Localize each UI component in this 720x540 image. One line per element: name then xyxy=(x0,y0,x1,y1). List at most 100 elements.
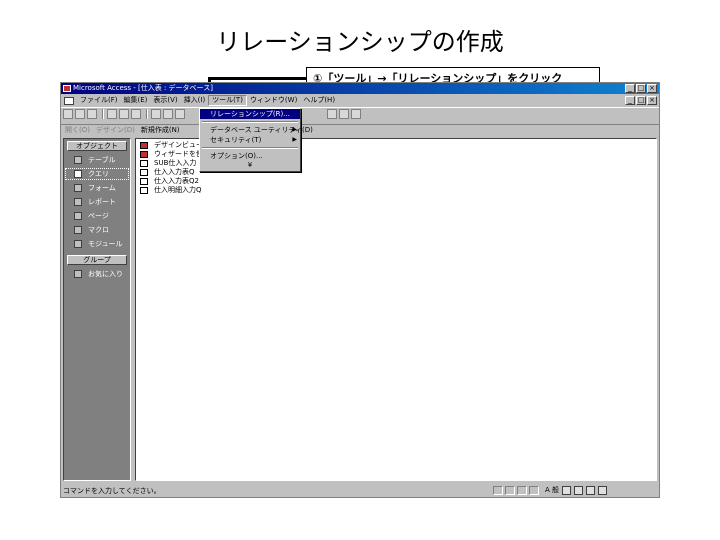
module-icon xyxy=(74,240,82,248)
tools-menu-dropdown: リレーションシップ(R)... データベース ユーティリティ(D) ▶ セキュリ… xyxy=(199,108,313,172)
list-item[interactable]: 仕入入力表Q2 xyxy=(136,177,656,186)
menu-item-relationships[interactable]: リレーションシップ(R)... xyxy=(200,109,300,119)
window-title: Microsoft Access - [仕入表 : データベース] xyxy=(73,84,213,92)
list-item-label: SUB仕入入力 xyxy=(154,159,197,167)
sidebar-item-label: マクロ xyxy=(88,226,109,234)
design-view-icon xyxy=(140,142,148,149)
ime-mode[interactable]: A 般 xyxy=(545,485,559,495)
ime-settings-icon[interactable] xyxy=(586,485,596,495)
menu-expand-chevron[interactable]: ¥ xyxy=(200,161,300,170)
query-icon xyxy=(74,170,82,178)
cut-icon[interactable] xyxy=(151,109,161,119)
open-button[interactable]: 開く(O) xyxy=(65,125,90,135)
sidebar-item-pages[interactable]: ページ xyxy=(64,209,130,223)
page-icon xyxy=(74,212,82,220)
sidebar-item-macros[interactable]: マクロ xyxy=(64,223,130,237)
menu-insert[interactable]: 挿入(I) xyxy=(181,95,209,106)
menu-help[interactable]: ヘルプ(H) xyxy=(300,95,338,106)
menu-file[interactable]: ファイル(F) xyxy=(77,95,121,106)
object-list: デザインビュー ウィザードを使 SUB仕入入力 仕入入力表Q 仕入入力表Q2 仕… xyxy=(135,138,657,481)
access-window: Microsoft Access - [仕入表 : データベース] _ □ × … xyxy=(60,82,660,498)
standard-toolbar xyxy=(61,107,659,120)
slide-title: リレーションシップの作成 xyxy=(216,28,504,56)
status-cell xyxy=(517,486,527,495)
design-button[interactable]: デザイン(D) xyxy=(96,125,135,135)
groups-header[interactable]: グループ xyxy=(67,255,127,265)
maximize-button[interactable]: □ xyxy=(636,84,646,93)
menu-divider xyxy=(202,121,298,123)
ime-toolbar: A 般 xyxy=(545,485,608,495)
menu-divider xyxy=(202,147,298,149)
query-icon xyxy=(140,187,148,194)
database-doc-icon[interactable] xyxy=(64,96,74,105)
menu-view[interactable]: 表示(V) xyxy=(150,95,180,106)
relationships-icon[interactable] xyxy=(327,109,337,119)
menu-tools[interactable]: ツール(T) xyxy=(208,95,247,106)
ime-dictionary-icon[interactable] xyxy=(562,485,572,495)
sidebar-item-label: モジュール xyxy=(88,240,123,248)
toolbar-separator xyxy=(102,109,104,119)
ime-help-icon[interactable] xyxy=(598,485,608,495)
sidebar-item-tables[interactable]: テーブル xyxy=(64,153,130,167)
menu-item-label: データベース ユーティリティ(D) xyxy=(210,126,313,134)
menu-item-options[interactable]: オプション(O)... xyxy=(200,151,300,161)
menu-window[interactable]: ウィンドウ(W) xyxy=(247,95,300,106)
list-item-label: ウィザードを使 xyxy=(154,150,203,158)
status-indicators xyxy=(493,486,539,495)
sidebar-item-modules[interactable]: モジュール xyxy=(64,237,130,251)
macro-icon xyxy=(74,226,82,234)
list-item-label: 仕入入力表Q xyxy=(154,168,195,176)
sidebar-item-label: テーブル xyxy=(88,156,116,164)
list-item[interactable]: 仕入明細入力Q xyxy=(136,186,656,195)
database-toolbar: 開く(O) デザイン(D) 新規作成(N) xyxy=(61,124,659,135)
copy-icon[interactable] xyxy=(163,109,173,119)
new-object-icon[interactable] xyxy=(339,109,349,119)
print-preview-icon[interactable] xyxy=(119,109,129,119)
title-bar: Microsoft Access - [仕入表 : データベース] _ □ × xyxy=(61,83,659,94)
save-icon[interactable] xyxy=(87,109,97,119)
help-icon[interactable] xyxy=(351,109,361,119)
status-cell xyxy=(505,486,515,495)
menu-edit[interactable]: 編集(E) xyxy=(121,95,151,106)
status-cell xyxy=(493,486,503,495)
ime-pad-icon[interactable] xyxy=(574,485,584,495)
query-icon xyxy=(140,160,148,167)
close-button[interactable]: × xyxy=(647,84,657,93)
callout-arrow-line xyxy=(210,77,306,80)
sidebar-item-queries[interactable]: クエリ xyxy=(64,167,130,181)
menu-item-label: セキュリティ(T) xyxy=(210,136,262,144)
new-file-icon[interactable] xyxy=(63,109,73,119)
print-icon[interactable] xyxy=(107,109,117,119)
sidebar-item-favorites[interactable]: お気に入り xyxy=(64,267,130,281)
menu-item-database-utilities[interactable]: データベース ユーティリティ(D) ▶ xyxy=(200,125,313,135)
new-button[interactable]: 新規作成(N) xyxy=(141,125,180,135)
menu-item-security[interactable]: セキュリティ(T) ▶ xyxy=(200,135,300,145)
spelling-icon[interactable] xyxy=(131,109,141,119)
table-icon xyxy=(74,156,82,164)
sidebar-item-label: ページ xyxy=(88,212,109,220)
query-icon xyxy=(140,178,148,185)
open-folder-icon[interactable] xyxy=(75,109,85,119)
objects-bar: オブジェクト テーブル クエリ フォーム レポート ページ マクロ モジュール xyxy=(63,138,131,481)
query-icon xyxy=(140,169,148,176)
minimize-button[interactable]: _ xyxy=(625,84,635,93)
status-text: コマンドを入力してください。 xyxy=(63,486,161,495)
form-icon xyxy=(74,184,82,192)
submenu-arrow-icon: ▶ xyxy=(292,136,297,143)
sidebar-item-label: フォーム xyxy=(88,184,116,192)
mdi-minimize-button[interactable]: _ xyxy=(625,96,635,105)
list-item-label: デザインビュー xyxy=(154,141,203,149)
sidebar-item-forms[interactable]: フォーム xyxy=(64,181,130,195)
sidebar-item-label: レポート xyxy=(88,198,116,206)
sidebar-item-reports[interactable]: レポート xyxy=(64,195,130,209)
mdi-maximize-button[interactable]: □ xyxy=(636,96,646,105)
status-bar: コマンドを入力してください。 A 般 xyxy=(61,484,659,497)
list-item-label: 仕入入力表Q2 xyxy=(154,177,199,185)
favorites-folder-icon xyxy=(74,270,82,278)
paste-icon[interactable] xyxy=(175,109,185,119)
mdi-close-button[interactable]: × xyxy=(647,96,657,105)
status-cell xyxy=(529,486,539,495)
objects-header[interactable]: オブジェクト xyxy=(67,141,127,151)
submenu-arrow-icon: ▶ xyxy=(292,126,297,133)
sidebar-item-label: クエリ xyxy=(88,170,109,178)
